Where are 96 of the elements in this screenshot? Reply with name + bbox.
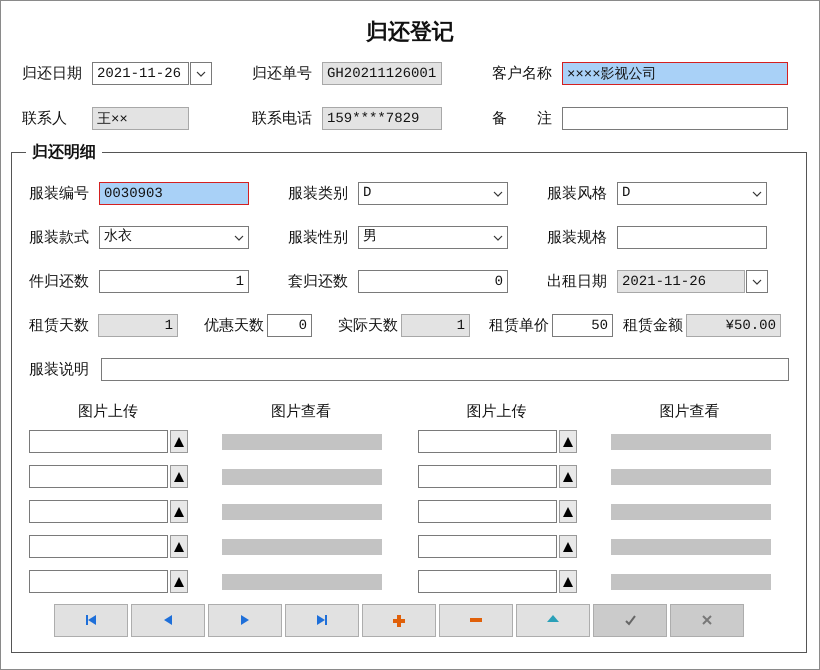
field-label: 优惠天数 xyxy=(204,315,264,336)
chevron-down-icon xyxy=(196,70,206,76)
input-field[interactable]: 王×× xyxy=(92,107,189,130)
field-label: 服装规格 xyxy=(547,227,608,248)
input-field[interactable]: 0 xyxy=(267,314,312,337)
upload-field[interactable] xyxy=(418,570,556,593)
check-icon xyxy=(624,614,636,626)
triangle-left-icon xyxy=(164,614,172,626)
chevron-down-icon xyxy=(234,234,244,240)
upload-button[interactable] xyxy=(558,500,576,523)
triangle-up-icon xyxy=(174,506,184,516)
triangle-up-icon xyxy=(562,472,572,482)
upload-field[interactable] xyxy=(418,465,556,488)
field-label: 联系电话 xyxy=(252,108,313,130)
upload-button[interactable] xyxy=(170,465,188,488)
column-header: 图片查看 xyxy=(658,402,720,420)
column-header: 图片上传 xyxy=(466,402,528,420)
date-field[interactable]: 2021-11-26 xyxy=(617,270,745,293)
upload-button[interactable] xyxy=(170,430,188,453)
field-label: 租赁金额 xyxy=(623,315,683,336)
field-label: 联系人 xyxy=(22,108,68,130)
first-record-button[interactable] xyxy=(54,604,128,637)
field-label: 服装编号 xyxy=(29,183,90,204)
input-field[interactable]: 0 xyxy=(358,270,508,293)
dropdown[interactable]: D xyxy=(617,182,767,205)
field-label: 租赁天数 xyxy=(29,315,90,336)
field-label: 出租日期 xyxy=(547,271,608,292)
chevron-down-icon xyxy=(752,190,762,196)
dropdown[interactable]: D xyxy=(358,182,508,205)
upload-field[interactable] xyxy=(29,430,168,453)
upload-button[interactable] xyxy=(558,465,576,488)
upload-button[interactable] xyxy=(558,535,576,558)
column-header: 图片上传 xyxy=(77,402,139,420)
triangle-up-icon xyxy=(174,436,184,446)
input-field[interactable]: ××××影视公司 xyxy=(562,62,788,85)
add-button[interactable] xyxy=(362,604,436,637)
field-label: 服装类别 xyxy=(288,183,349,204)
field-label: 实际天数 xyxy=(338,315,398,336)
field-label: 件归还数 xyxy=(29,271,90,292)
input-field[interactable]: ¥50.00 xyxy=(686,314,781,337)
triangle-up-icon xyxy=(174,576,184,586)
field-label: 服装性别 xyxy=(288,227,349,248)
chevron-down-icon xyxy=(752,278,762,284)
last-record-button[interactable] xyxy=(285,604,359,637)
input-field[interactable] xyxy=(562,107,788,130)
close-icon xyxy=(702,614,712,626)
field-label: 归还单号 xyxy=(252,63,313,84)
field-label: 服装说明 xyxy=(29,359,90,380)
triangle-up-icon xyxy=(562,542,572,552)
upload-button[interactable] xyxy=(558,430,576,453)
input-field[interactable]: 1 xyxy=(99,270,249,293)
chevron-down-icon xyxy=(493,234,503,240)
column-header: 图片查看 xyxy=(270,402,332,420)
dropdown-button[interactable] xyxy=(746,270,768,293)
input-field[interactable]: 1 xyxy=(98,314,178,337)
field-label: 租赁单价 xyxy=(489,315,549,336)
field-label: 服装款式 xyxy=(29,227,90,248)
triangle-up-icon xyxy=(562,436,572,446)
upload-button[interactable] xyxy=(170,535,188,558)
field-label: 服装风格 xyxy=(547,183,608,204)
upload-field[interactable] xyxy=(29,570,168,593)
upload-button[interactable] xyxy=(558,570,576,593)
skip-back-icon xyxy=(86,614,96,626)
skip-forward-icon xyxy=(317,614,327,626)
input-field[interactable]: 50 xyxy=(552,314,613,337)
triangle-up-icon xyxy=(174,542,184,552)
dropdown[interactable]: 水衣 xyxy=(99,226,249,249)
input-field[interactable]: 0030903 xyxy=(99,182,249,205)
upload-field[interactable] xyxy=(418,430,556,453)
input-field[interactable] xyxy=(101,358,789,381)
upload-field[interactable] xyxy=(29,535,168,558)
triangle-right-icon xyxy=(241,614,249,626)
chevron-down-icon xyxy=(493,190,503,196)
field-label: 套归还数 xyxy=(288,271,349,292)
upload-field[interactable] xyxy=(29,465,168,488)
upload-field[interactable] xyxy=(418,535,556,558)
input-field[interactable]: 1 xyxy=(401,314,470,337)
triangle-up-icon xyxy=(174,472,184,482)
field-label: 归还日期 xyxy=(22,63,83,84)
input-field[interactable] xyxy=(617,226,767,249)
triangle-up-icon xyxy=(562,576,572,586)
section-legend: 归还明细 xyxy=(26,142,102,162)
upload-button[interactable] xyxy=(170,500,188,523)
triangle-up-icon xyxy=(562,506,572,516)
dropdown[interactable]: 男 xyxy=(358,226,508,249)
upload-field[interactable] xyxy=(29,500,168,523)
upload-button[interactable] xyxy=(170,570,188,593)
form-title: 归还登记 xyxy=(364,18,455,47)
input-field[interactable]: GH20211126001 xyxy=(322,62,442,85)
date-field[interactable]: 2021-11-26 xyxy=(92,62,189,85)
field-label: 备 注 xyxy=(492,108,553,130)
plus-icon xyxy=(393,614,405,626)
field-label: 客户名称 xyxy=(492,63,553,84)
upload-field[interactable] xyxy=(418,500,556,523)
dropdown-button[interactable] xyxy=(190,62,212,85)
input-field[interactable]: 159****7829 xyxy=(322,107,442,130)
